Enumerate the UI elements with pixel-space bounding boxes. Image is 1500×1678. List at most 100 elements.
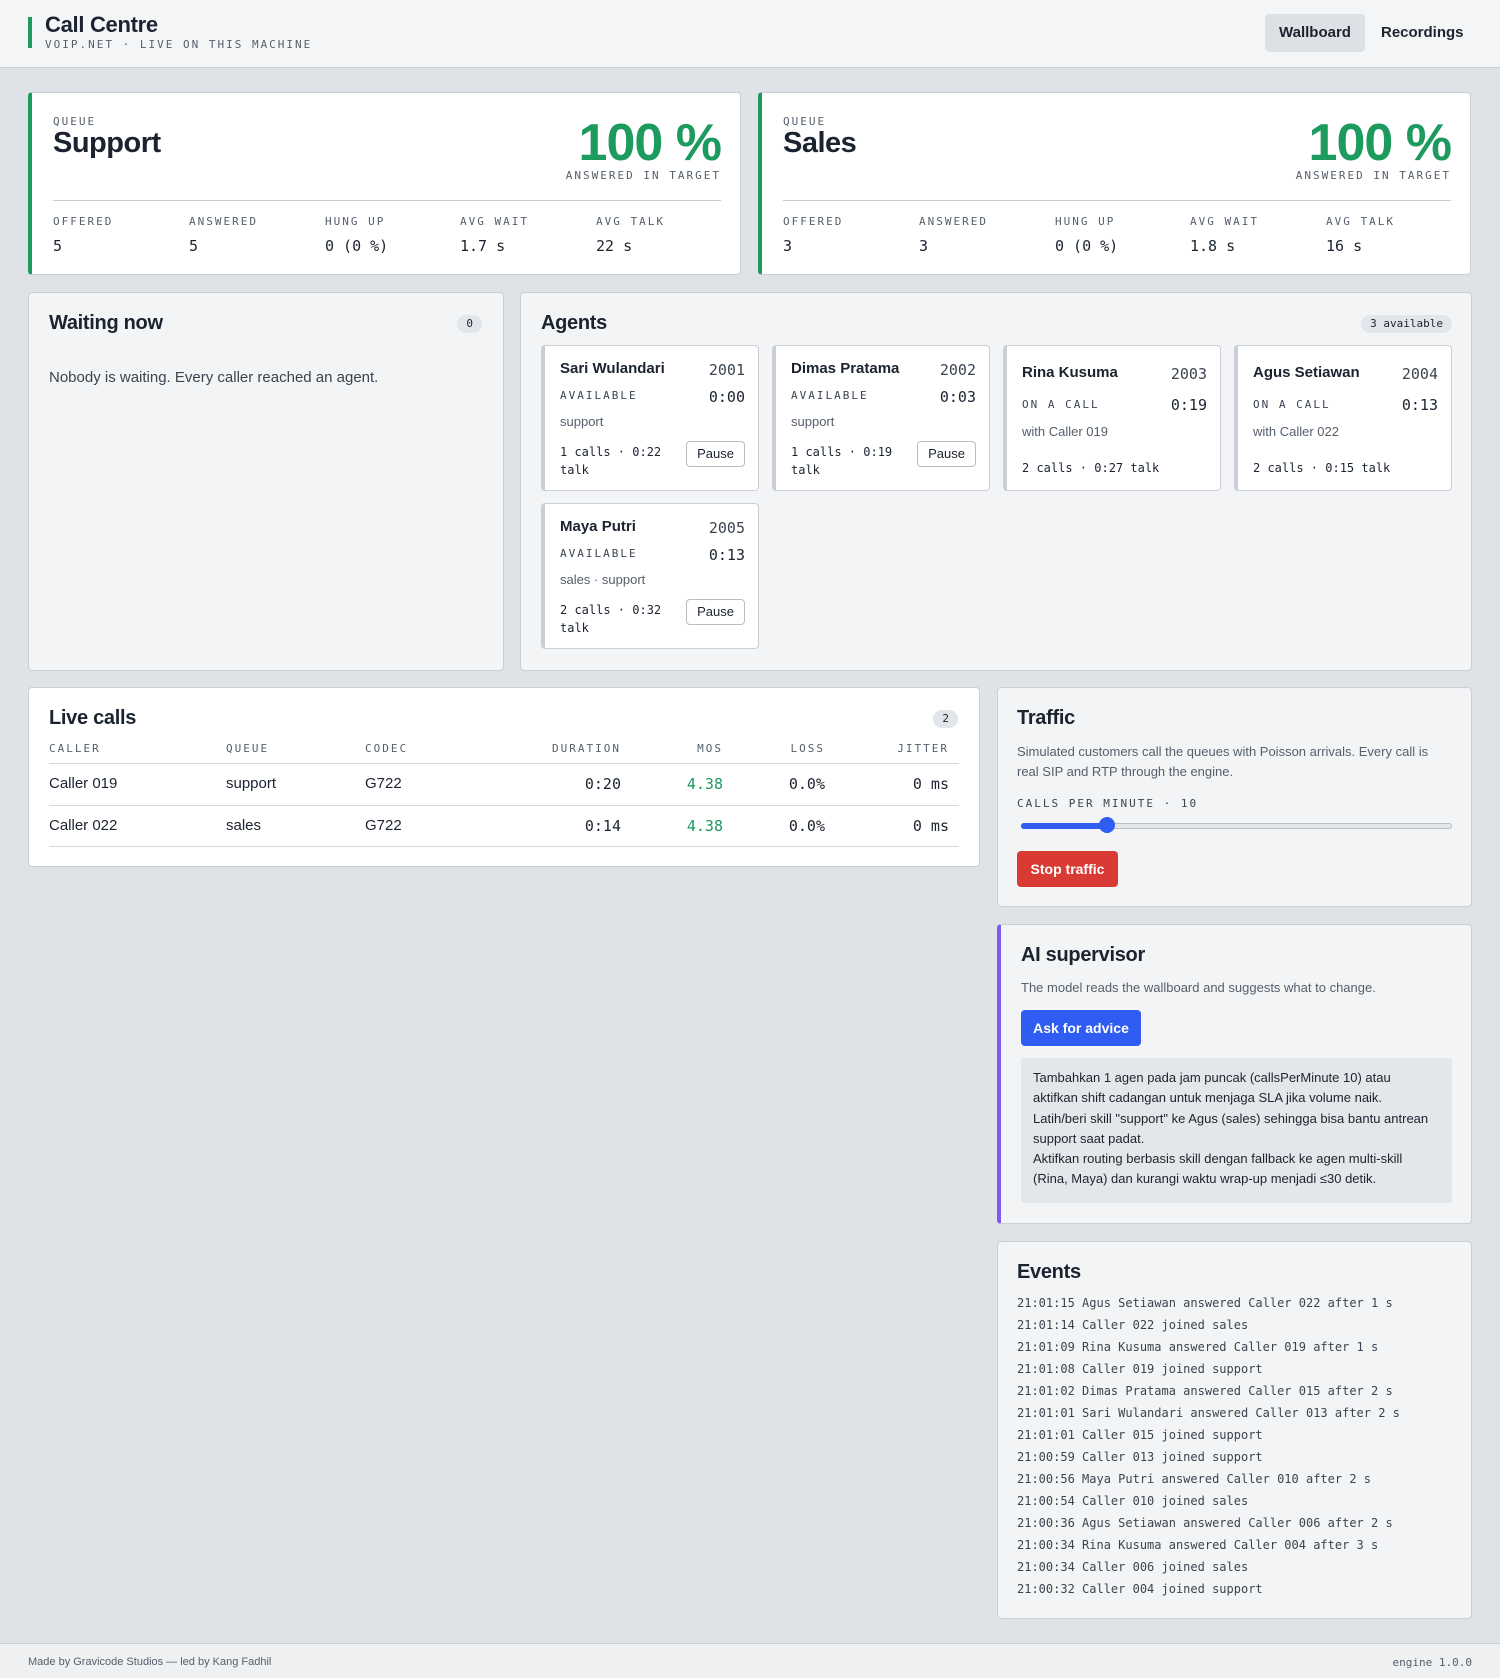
agent-timer: 0:13 [1401, 396, 1438, 414]
advice-line: (Rina, Maya) dan kurangi waktu wrap-up m… [1033, 1171, 1377, 1187]
footer-credit: Made by Gravicode Studios — led by Kang … [28, 1656, 272, 1668]
waiting-count-badge: 0 [457, 315, 482, 333]
agent-status: AVAILABLE [560, 547, 638, 560]
stat-label: ANSWERED [919, 215, 988, 228]
row-divider [49, 805, 959, 806]
calls-per-minute-label: CALLS PER MINUTE · 10 [1017, 797, 1199, 810]
event-item: 21:01:15 Agus Setiawan answered Caller 0… [1017, 1296, 1393, 1310]
agent-stats: 2 calls · 0:27 talk [1022, 461, 1160, 475]
nav-recordings[interactable]: Recordings [1367, 14, 1478, 52]
cell-jitter: 0 ms [912, 817, 949, 835]
stat-value: 16 s [1326, 237, 1363, 255]
live-calls-title: Live calls [49, 707, 137, 729]
stat-avg-talk: AVG TALK 22 s [596, 215, 665, 255]
live-calls-count-badge: 2 [933, 710, 958, 728]
agent-stats: 1 calls · 0:22 talk [560, 443, 661, 479]
pause-button[interactable]: Pause [686, 599, 745, 625]
queue-card-sales: QUEUE Sales 100 % ANSWERED IN TARGET OFF… [758, 92, 1471, 275]
live-calls-panel: Live calls 2 [28, 687, 980, 867]
waiting-panel: Waiting now 0 Nobody is waiting. Every c… [28, 292, 504, 671]
row-divider [49, 846, 959, 847]
table-header-divider [49, 763, 959, 764]
col-mos: MOS [697, 742, 723, 755]
agent-status: AVAILABLE [791, 389, 869, 402]
pause-button[interactable]: Pause [686, 441, 745, 467]
stat-label: OFFERED [783, 215, 844, 228]
col-jitter: JITTER [897, 742, 949, 755]
agent-stats-line: 1 calls · 0:22 [560, 445, 662, 459]
event-item: 21:00:34 Caller 006 joined sales [1017, 1560, 1249, 1574]
event-item: 21:00:32 Caller 004 joined support [1017, 1582, 1263, 1596]
cell-duration: 0:20 [584, 775, 621, 793]
advice-box: Tambahkan 1 agen pada jam puncak (callsP… [1021, 1058, 1452, 1203]
agent-extension: 2004 [1401, 365, 1438, 383]
agent-stats: 2 calls · 0:32 talk [560, 601, 661, 637]
stop-traffic-button[interactable]: Stop traffic [1017, 851, 1118, 887]
agent-timer: 0:19 [1170, 396, 1207, 414]
agent-name: Dimas Pratama [791, 360, 900, 377]
waiting-title: Waiting now [49, 312, 163, 334]
traffic-description-line: real SIP and RTP through the engine. [1017, 764, 1234, 779]
engine-version: engine 1.0.0 [1392, 1656, 1472, 1669]
agent-name: Maya Putri [560, 518, 636, 535]
stat-value: 1.8 s [1190, 237, 1236, 255]
event-item: 21:00:36 Agus Setiawan answered Caller 0… [1017, 1516, 1393, 1530]
stat-value: 5 [189, 237, 199, 255]
traffic-description: Simulated customers call the queues with… [1017, 742, 1428, 782]
stat-value: 5 [53, 237, 63, 255]
stat-value: 0 (0 %) [1055, 237, 1119, 255]
stat-label: AVG TALK [596, 215, 665, 228]
advice-line: Tambahkan 1 agen pada jam puncak (callsP… [1033, 1070, 1391, 1085]
event-item: 21:00:56 Maya Putri answered Caller 010 … [1017, 1472, 1372, 1486]
agent-card: Rina Kusuma 2003 ON A CALL 0:19 with Cal… [1003, 345, 1221, 491]
app-subtitle: VOIP.NET · LIVE ON THIS MACHINE [45, 38, 313, 51]
available-badge: 3 available [1361, 315, 1452, 333]
agent-status: ON A CALL [1253, 398, 1331, 411]
stat-label: AVG TALK [1326, 215, 1395, 228]
agent-stats: 1 calls · 0:19 talk [791, 443, 892, 479]
stat-answered: ANSWERED 5 [189, 215, 258, 255]
ask-for-advice-button[interactable]: Ask for advice [1021, 1010, 1141, 1046]
event-item: 21:01:14 Caller 022 joined sales [1017, 1318, 1249, 1332]
agent-card: Sari Wulandari 2001 AVAILABLE 0:00 suppo… [541, 345, 759, 491]
stat-value: 0 (0 %) [325, 237, 389, 255]
cell-mos: 4.38 [686, 775, 723, 793]
stat-value: 22 s [596, 237, 633, 255]
event-item: 21:01:02 Dimas Pratama answered Caller 0… [1017, 1384, 1393, 1398]
col-duration: DURATION [552, 742, 621, 755]
events-title: Events [1017, 1261, 1081, 1283]
advice-line: Latih/beri skill "support" ke Agus (sale… [1033, 1110, 1429, 1126]
footer: Made by Gravicode Studios — led by Kang … [0, 1643, 1500, 1678]
nav-wallboard[interactable]: Wallboard [1265, 14, 1365, 52]
traffic-description-line: Simulated customers call the queues with… [1017, 744, 1429, 759]
col-codec: CODEC [365, 742, 409, 755]
stat-hung-up: HUNG UP 0 (0 %) [1055, 215, 1118, 255]
agent-timer: 0:13 [708, 546, 745, 564]
cell-mos: 4.38 [686, 817, 723, 835]
queue-percent-label: ANSWERED IN TARGET [1295, 169, 1451, 182]
slider-fill [1021, 823, 1108, 829]
agent-stats-line: 1 calls · 0:19 [791, 445, 893, 459]
event-item: 21:01:08 Caller 019 joined support [1017, 1362, 1263, 1376]
cell-codec: G722 [365, 817, 402, 834]
agent-skills: sales · support [560, 572, 646, 587]
stat-value: 3 [919, 237, 929, 255]
queue-name: Sales [783, 127, 857, 159]
queue-percent: 100 % [578, 114, 722, 172]
agent-status: ON A CALL [1022, 398, 1100, 411]
col-queue: QUEUE [226, 742, 270, 755]
top-bar: Call Centre VOIP.NET · LIVE ON THIS MACH… [0, 0, 1500, 68]
stat-answered: ANSWERED 3 [919, 215, 988, 255]
cell-loss: 0.0% [788, 817, 825, 835]
agent-stats-line: 2 calls · 0:32 [560, 603, 662, 617]
agent-card: Dimas Pratama 2002 AVAILABLE 0:03 suppor… [772, 345, 990, 491]
pause-button[interactable]: Pause [917, 441, 976, 467]
waiting-message: Nobody is waiting. Every caller reached … [49, 369, 379, 386]
cell-duration: 0:14 [584, 817, 621, 835]
divider [783, 200, 1451, 201]
event-item: 21:01:09 Rina Kusuma answered Caller 019… [1017, 1340, 1379, 1354]
stat-label: AVG WAIT [1190, 215, 1259, 228]
agent-card: Agus Setiawan 2004 ON A CALL 0:13 with C… [1234, 345, 1452, 491]
agent-current-caller: with Caller 019 [1022, 424, 1108, 439]
agent-card: Maya Putri 2005 AVAILABLE 0:13 sales · s… [541, 503, 759, 649]
